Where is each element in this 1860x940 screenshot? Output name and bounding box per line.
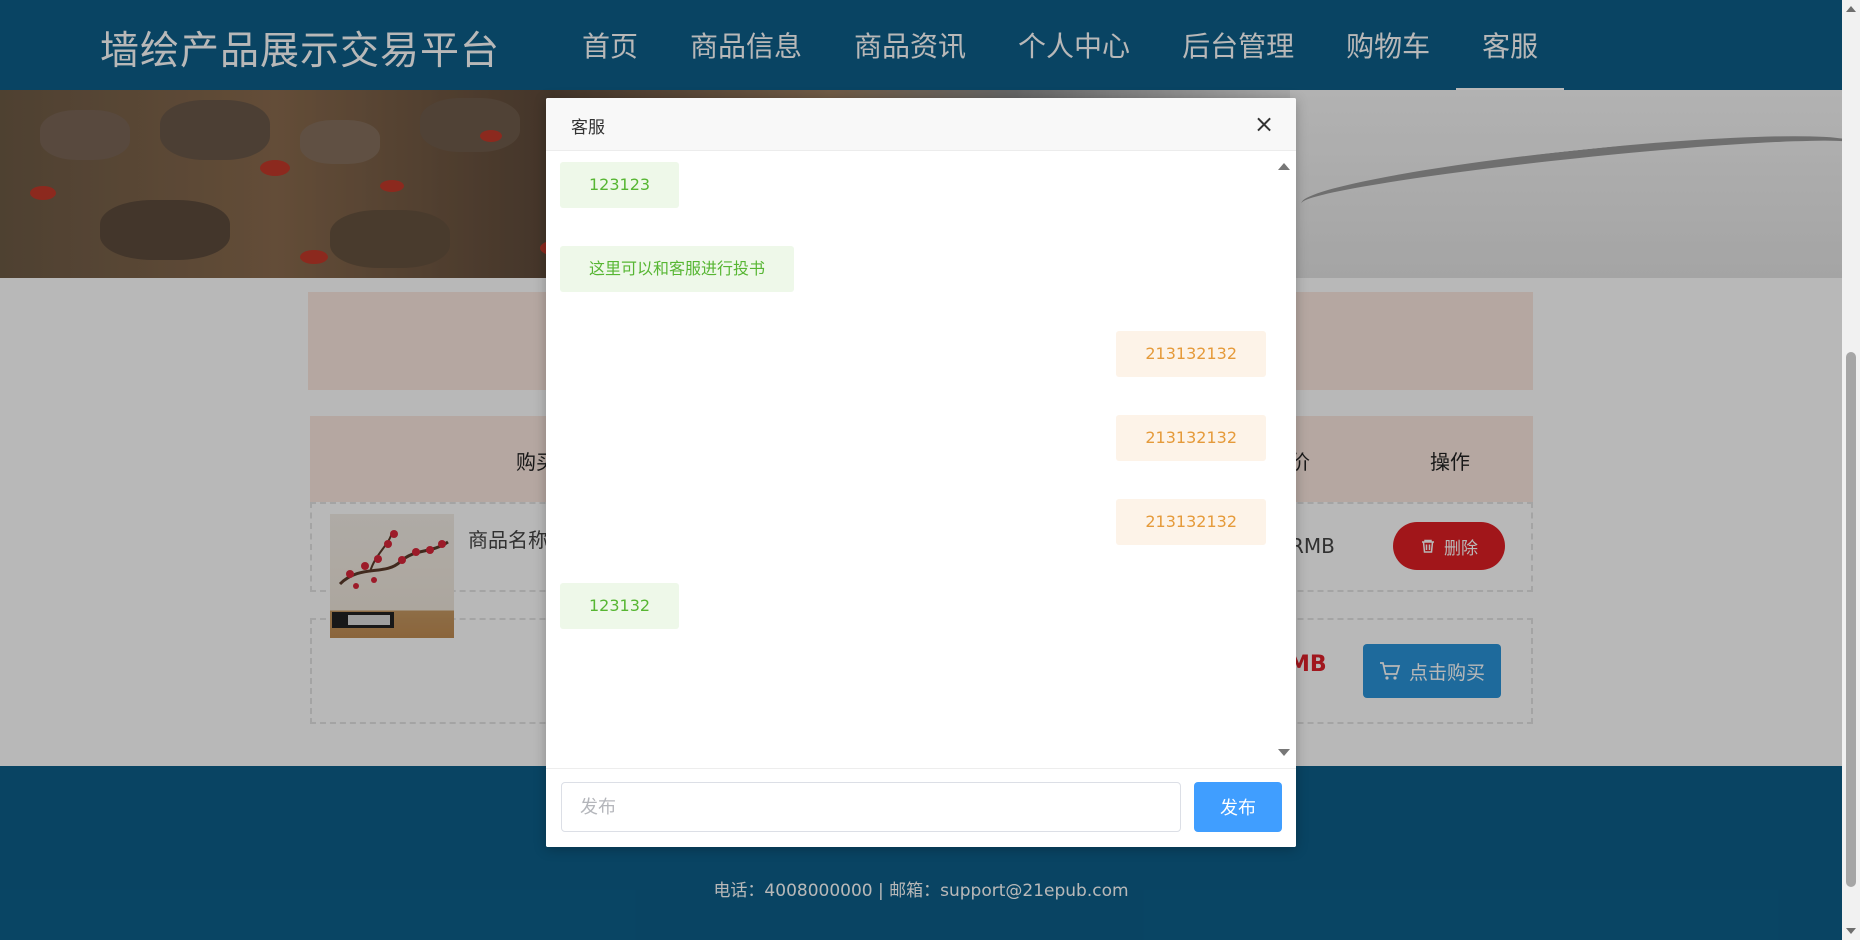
close-icon[interactable]: × — [1250, 110, 1278, 138]
scroll-down-arrow-icon[interactable] — [1846, 928, 1856, 934]
send-button[interactable]: 发布 — [1194, 782, 1282, 832]
chat-message-right: 213132132 — [1116, 499, 1266, 545]
chat-message-right: 213132132 — [1116, 415, 1266, 461]
page-scrollbar[interactable] — [1842, 0, 1860, 940]
chat-input[interactable] — [561, 782, 1181, 832]
scroll-up-arrow-icon[interactable] — [1846, 6, 1856, 12]
dialog-footer: 发布 — [546, 768, 1296, 847]
chat-scroll-down-icon[interactable] — [1278, 749, 1290, 756]
scroll-thumb[interactable] — [1846, 352, 1856, 887]
chat-message-left: 123132 — [560, 583, 680, 629]
chat-message-right: 213132132 — [1116, 331, 1266, 377]
chat-message-list[interactable]: 123123 这里可以和客服进行投书 213132132 213132132 2… — [546, 151, 1296, 768]
dialog-title: 客服 — [571, 118, 605, 138]
chat-scroll-up-icon[interactable] — [1278, 163, 1290, 170]
chat-message-left: 这里可以和客服进行投书 — [560, 246, 795, 292]
dialog-header: 客服 × — [546, 98, 1296, 151]
chat-message-left: 123123 — [560, 162, 680, 208]
customer-service-dialog: 客服 × 123123 这里可以和客服进行投书 213132132 213132… — [546, 98, 1296, 847]
